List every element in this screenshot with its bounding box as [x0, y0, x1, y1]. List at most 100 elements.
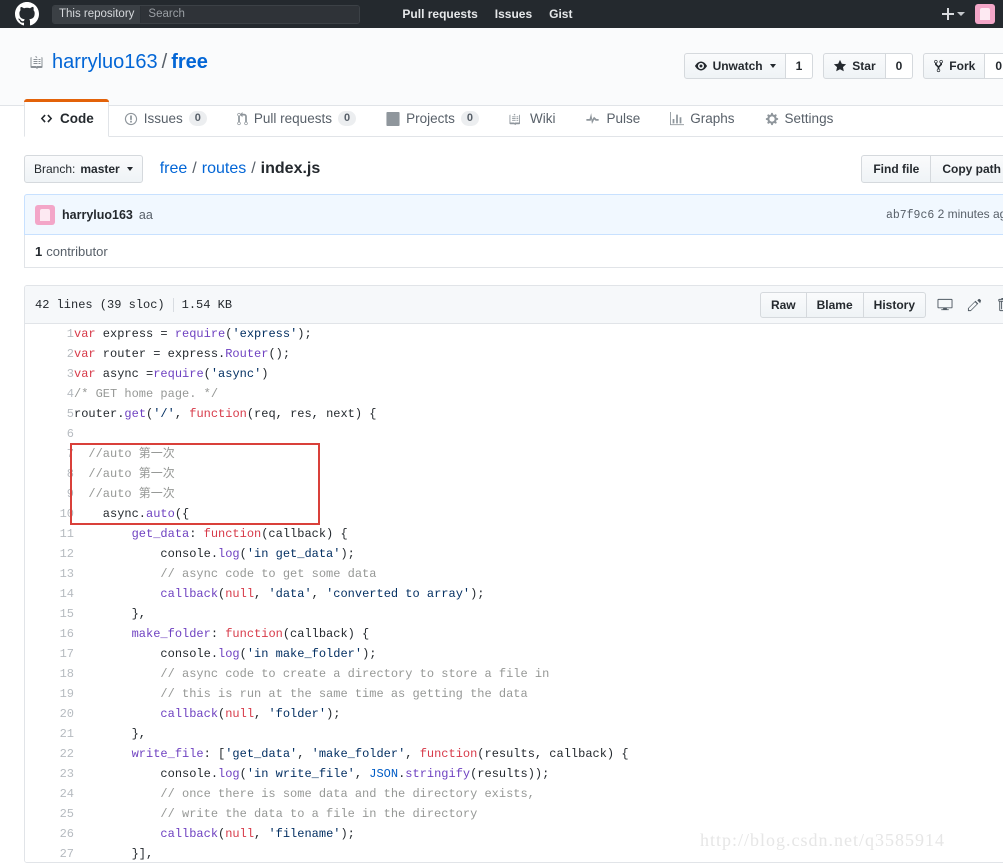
copy-path-button[interactable]: Copy path	[931, 155, 1003, 183]
line-number[interactable]: 23	[25, 764, 74, 784]
breadcrumb-item-routes[interactable]: routes	[202, 160, 246, 178]
line-number[interactable]: 3	[25, 364, 74, 384]
tab-projects[interactable]: Projects 0	[371, 99, 494, 137]
commit-author-link[interactable]: harryluo163	[62, 208, 133, 222]
line-number[interactable]: 9	[25, 484, 74, 504]
watch-button[interactable]: Unwatch	[683, 53, 786, 79]
line-content[interactable]: var async =require('async')	[74, 364, 1003, 384]
line-content[interactable]: callback(null, 'folder');	[74, 704, 1003, 724]
branch-selector-button[interactable]: Branch: master	[24, 155, 143, 183]
line-content[interactable]: write_file: ['get_data', 'make_folder', …	[74, 744, 1003, 764]
line-content[interactable]: // async code to create a directory to s…	[74, 664, 1003, 684]
raw-button[interactable]: Raw	[759, 291, 807, 318]
breadcrumb-item-free[interactable]: free	[160, 160, 188, 178]
line-number[interactable]: 6	[25, 424, 74, 444]
line-number[interactable]: 20	[25, 704, 74, 724]
book-icon	[509, 112, 524, 126]
create-new-button[interactable]	[942, 8, 965, 20]
tab-wiki[interactable]: Wiki	[494, 99, 571, 137]
repo-name-link[interactable]: free	[171, 51, 208, 73]
star-count[interactable]: 0	[885, 53, 914, 79]
tab-pull-requests[interactable]: Pull requests 0	[222, 99, 371, 137]
line-number[interactable]: 13	[25, 564, 74, 584]
line-content[interactable]: // async code to get some data	[74, 564, 1003, 584]
fork-count[interactable]: 0	[985, 53, 1003, 79]
line-content[interactable]: //auto 第一次	[74, 484, 1003, 504]
line-content[interactable]: },	[74, 724, 1003, 744]
line-number[interactable]: 12	[25, 544, 74, 564]
avatar[interactable]	[35, 204, 55, 225]
line-content[interactable]: get_data: function(callback) {	[74, 524, 1003, 544]
code-token: console.	[74, 767, 219, 781]
github-mark-icon[interactable]	[12, 0, 42, 28]
line-number[interactable]: 27	[25, 844, 74, 862]
star-button[interactable]: Star	[823, 53, 886, 79]
line-content[interactable]: var router = express.Router();	[74, 344, 1003, 364]
line-number[interactable]: 7	[25, 444, 74, 464]
open-desktop-icon[interactable]	[935, 294, 955, 316]
edit-pencil-icon[interactable]	[964, 294, 984, 316]
search-input[interactable]: Search	[141, 5, 360, 23]
line-number[interactable]: 10	[25, 504, 74, 524]
line-number[interactable]: 2	[25, 344, 74, 364]
line-content[interactable]: router.get('/', function(req, res, next)…	[74, 404, 1003, 424]
line-number[interactable]: 8	[25, 464, 74, 484]
tab-settings[interactable]: Settings	[750, 99, 849, 137]
line-number[interactable]: 5	[25, 404, 74, 424]
line-content[interactable]: // write the data to a file in the direc…	[74, 804, 1003, 824]
code-token: );	[340, 827, 355, 841]
line-content[interactable]: make_folder: function(callback) {	[74, 624, 1003, 644]
nav-issues[interactable]: Issues	[495, 7, 532, 21]
line-number[interactable]: 16	[25, 624, 74, 644]
fork-button[interactable]: Fork	[923, 53, 986, 79]
history-button[interactable]: History	[863, 291, 926, 318]
line-content[interactable]: },	[74, 604, 1003, 624]
delete-trash-icon[interactable]	[993, 294, 1003, 316]
line-number[interactable]: 18	[25, 664, 74, 684]
commit-message[interactable]: aa	[139, 208, 153, 222]
nav-gist[interactable]: Gist	[549, 7, 572, 21]
github-file-view-page: This repository Search Pull requests Iss…	[0, 0, 1003, 863]
line-content[interactable]: //auto 第一次	[74, 444, 1003, 464]
watch-count[interactable]: 1	[785, 53, 814, 79]
search-scope-button[interactable]: This repository	[53, 5, 142, 23]
line-content[interactable]: console.log('in get_data');	[74, 544, 1003, 564]
line-number[interactable]: 15	[25, 604, 74, 624]
commit-sha[interactable]: ab7f9c6	[886, 209, 934, 222]
line-number[interactable]: 26	[25, 824, 74, 844]
line-number[interactable]: 22	[25, 744, 74, 764]
line-number[interactable]: 4	[25, 384, 74, 404]
tab-issues-label: Issues	[143, 111, 183, 126]
line-number[interactable]: 19	[25, 684, 74, 704]
user-avatar[interactable]	[975, 4, 995, 24]
nav-pull-requests[interactable]: Pull requests	[402, 7, 477, 21]
find-file-button[interactable]: Find file	[861, 155, 932, 183]
line-content[interactable]: // once there is some data and the direc…	[74, 784, 1003, 804]
repo-owner-link[interactable]: harryluo163	[52, 51, 158, 73]
line-content[interactable]: console.log('in write_file', JSON.string…	[74, 764, 1003, 784]
line-number[interactable]: 11	[25, 524, 74, 544]
line-number[interactable]: 21	[25, 724, 74, 744]
line-number[interactable]: 1	[25, 324, 74, 344]
tab-pulse[interactable]: Pulse	[570, 99, 655, 137]
line-number[interactable]: 17	[25, 644, 74, 664]
tab-code[interactable]: Code	[24, 99, 109, 137]
line-content[interactable]	[74, 424, 1003, 444]
line-content[interactable]: //auto 第一次	[74, 464, 1003, 484]
line-content[interactable]: async.auto({	[74, 504, 1003, 524]
tab-graphs[interactable]: Graphs	[655, 99, 749, 137]
line-content[interactable]: /* GET home page. */	[74, 384, 1003, 404]
line-number[interactable]: 14	[25, 584, 74, 604]
line-content[interactable]: callback(null, 'data', 'converted to arr…	[74, 584, 1003, 604]
global-search[interactable]: This repository Search	[52, 4, 361, 24]
line-content[interactable]: console.log('in make_folder');	[74, 644, 1003, 664]
line-number[interactable]: 25	[25, 804, 74, 824]
tab-issues[interactable]: Issues 0	[109, 99, 222, 137]
line-content[interactable]: // this is run at the same time as getti…	[74, 684, 1003, 704]
contributor-label[interactable]: contributor	[46, 244, 107, 259]
line-number[interactable]: 24	[25, 784, 74, 804]
blame-button[interactable]: Blame	[806, 291, 864, 318]
line-content[interactable]: var express = require('express');	[74, 324, 1003, 344]
code-token: var	[74, 367, 96, 381]
code-token: ();	[268, 347, 291, 361]
